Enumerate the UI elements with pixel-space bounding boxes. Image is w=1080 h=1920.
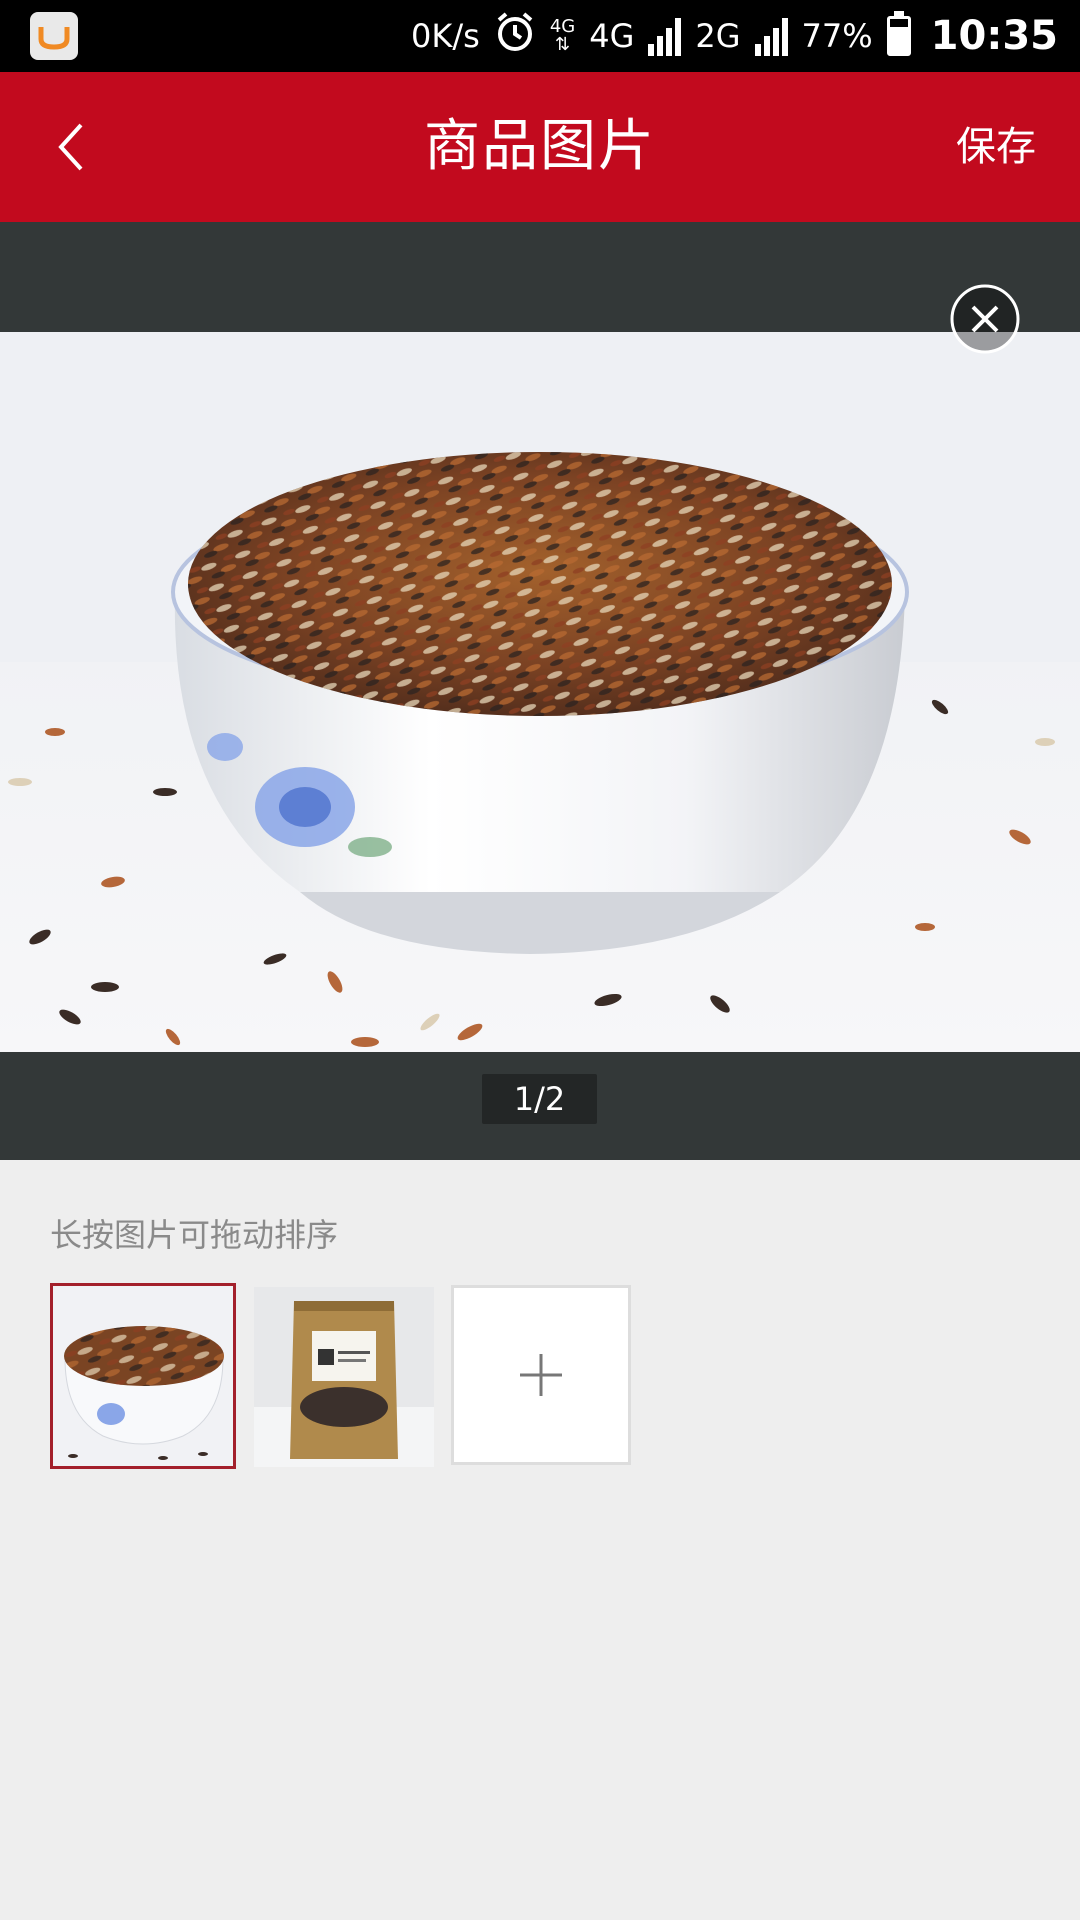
battery-icon <box>886 11 911 56</box>
thumbnail-rice-bag-image <box>254 1287 434 1467</box>
save-button[interactable]: 保存 <box>956 72 1036 222</box>
app-notification-icon <box>30 12 78 60</box>
sort-hint: 长按图片可拖动排序 <box>50 1216 339 1254</box>
network-1-label: 4G <box>589 17 635 55</box>
thumbnail-1[interactable] <box>50 1283 236 1469</box>
thumbnail-2[interactable] <box>254 1287 434 1467</box>
page-indicator: 1/2 <box>482 1074 597 1124</box>
add-image-button[interactable] <box>451 1285 631 1465</box>
signal-1-icon <box>648 16 682 56</box>
network-speed: 0K/s <box>411 17 480 55</box>
alarm-icon <box>494 11 536 62</box>
data-indicator: 4G ⇅ <box>550 18 575 54</box>
signal-2-icon <box>754 16 788 56</box>
product-photo-preview[interactable] <box>0 332 1080 1052</box>
status-indicators: 0K/s 4G ⇅ 4G 2G 77% 10:35 <box>411 0 1058 72</box>
data-arrows-icon: ⇅ <box>554 34 571 55</box>
page-title: 商品图片 <box>424 114 656 179</box>
clock: 10:35 <box>930 13 1058 59</box>
app-bar: 商品图片 保存 <box>0 72 1080 222</box>
status-bar: 0K/s 4G ⇅ 4G 2G 77% 10:35 <box>0 0 1080 72</box>
thumbnail-rice-bowl-image <box>53 1286 233 1466</box>
remove-image-button[interactable] <box>950 284 1020 354</box>
battery-fill <box>889 26 908 53</box>
battery-percent: 77% <box>801 17 873 55</box>
close-circle-icon <box>950 284 1020 354</box>
network-2-label: 2G <box>695 17 741 55</box>
image-preview: 1/2 <box>0 222 1080 1160</box>
plus-icon <box>520 1354 562 1396</box>
